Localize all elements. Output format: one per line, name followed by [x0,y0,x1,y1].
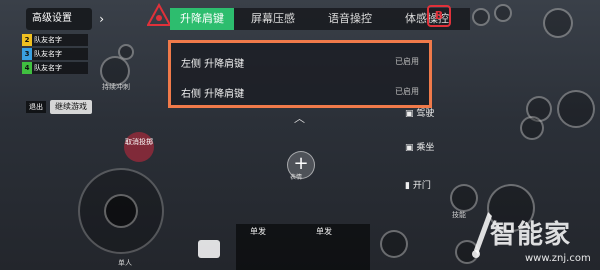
joystick-knob[interactable] [104,194,138,228]
open-door-button[interactable]: ▮ 开门 [405,178,431,191]
exit-button[interactable]: 退出 [26,101,46,113]
lean-right-button[interactable] [543,8,573,38]
ride-label: 乘坐 [416,143,435,153]
seat-icon: ▣ [405,143,414,153]
left-shoulder-key-status: 已启用 [395,57,419,66]
door-icon: ▮ [405,181,410,191]
jump-button[interactable] [118,44,134,60]
teammate-number: 2 [22,34,32,46]
right-shoulder-key-status: 已启用 [395,87,419,96]
teammate-name: 队友名字 [34,64,62,72]
fire-button[interactable] [557,90,595,128]
open-door-label: 开门 [412,181,431,191]
left-shoulder-key-row[interactable]: 左侧 升降肩键 已启用 [181,49,419,73]
teammate-name: 队友名字 [34,50,62,58]
sprint-label: 持续冲刺 [102,83,130,91]
right-shoulder-key-label: 右侧 升降肩键 [181,89,245,100]
tab-voice-control[interactable]: 语音操控 [312,8,388,30]
drive-label: 驾驶 [416,109,435,119]
continue-game-button[interactable]: 继续游戏 [50,100,92,114]
warning-icon [147,3,171,26]
settings-gear-icon[interactable] [494,4,512,22]
right-shoulder-key-row[interactable]: 右侧 升降肩键 已启用 [181,79,419,103]
medkit-icon[interactable] [198,240,220,258]
chevron-right-icon: › [99,12,104,26]
ride-button[interactable]: ▣ 乘坐 [405,140,434,153]
shoulder-key-panel: 左侧 升降肩键 已启用 右侧 升降肩键 已启用 [168,40,432,108]
tab-shoulder-keys[interactable]: 升降肩键 [170,8,234,30]
teammate-name: 队友名字 [34,36,62,44]
advanced-settings-label: 高级设置 [32,13,72,24]
weapon-bar: 单发 单发 [236,224,370,270]
single-person-label: 单人 [118,259,132,267]
teammate-row: 3 队友名字 [22,48,88,60]
prone-button[interactable] [520,116,544,140]
teammate-row: 2 队友名字 [22,34,88,46]
car-icon: ▣ [405,109,414,119]
left-fire-mode[interactable]: 单发 [250,226,266,237]
grenade-button[interactable] [380,230,408,258]
left-shoulder-key-label: 左侧 升降肩键 [181,59,245,70]
cancel-throw-label: 取消投掷 [125,138,153,146]
watermark-url: www.znj.com [525,253,591,264]
drive-button[interactable]: ▣ 驾驶 [405,106,434,119]
chevron-up-icon[interactable]: ︿ [294,110,305,126]
teammate-number: 4 [22,62,32,74]
skill-label: 技能 [452,211,466,219]
teammate-number: 3 [22,48,32,60]
tab-screen-pressure[interactable]: 屏幕压感 [234,8,312,30]
advanced-settings-button[interactable]: 高级设置 › [26,8,104,30]
right-fire-mode[interactable]: 单发 [316,226,332,237]
add-label: 表情 [290,174,303,181]
voice-button[interactable] [472,8,490,26]
b-button[interactable]: B [427,5,451,27]
logo-icon [472,212,492,258]
watermark-brand: 智能家 [490,220,572,250]
skill-button[interactable] [450,184,478,212]
settings-tabs: 升降肩键 屏幕压感 语音操控 体感操控 [170,8,470,30]
teammate-row: 4 队友名字 [22,62,88,74]
cancel-throw-button[interactable]: 取消投掷 [124,132,154,162]
